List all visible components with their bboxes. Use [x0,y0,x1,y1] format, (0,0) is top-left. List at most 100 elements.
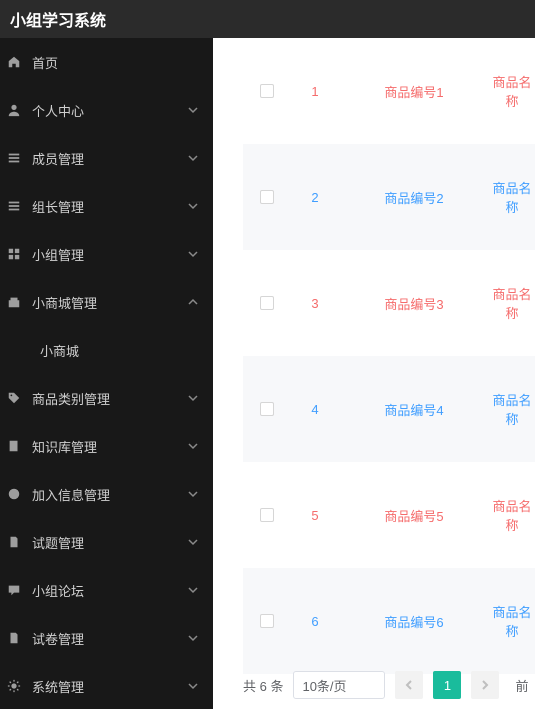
sidebar-item-group[interactable]: 小组管理 [0,230,213,278]
page-size-value: 10条/页 [302,676,346,695]
sidebar-item-system[interactable]: 系统管理 [0,662,213,709]
chevron-down-icon [187,488,199,500]
sidebar-item-forum[interactable]: 小组论坛 [0,566,213,614]
sidebar-item-label: 加入信息管理 [32,485,187,504]
doc-icon [6,630,22,646]
row-code[interactable]: 商品编号4 [339,400,489,419]
sidebar-item-label: 系统管理 [32,677,187,696]
sidebar-item-member[interactable]: 成员管理 [0,134,213,182]
main-content: 1商品编号1商品名称2商品编号2商品名称3商品编号3商品名称4商品编号4商品名称… [213,38,535,709]
chevron-down-icon [187,440,199,452]
tag-icon [6,390,22,406]
sidebar-item-label: 组长管理 [32,197,187,216]
table-row: 2商品编号2商品名称 [243,144,535,250]
app-title: 小组学习系统 [10,7,106,31]
chevron-up-icon [187,296,199,308]
chevron-down-icon [187,200,199,212]
row-checkbox-cell [243,614,291,628]
doc-icon [6,534,22,550]
chevron-down-icon [187,104,199,116]
data-table: 1商品编号1商品名称2商品编号2商品名称3商品编号3商品名称4商品编号4商品名称… [243,38,535,674]
chevron-down-icon [187,680,199,692]
shop-icon [6,294,22,310]
blank-icon [14,342,30,358]
row-number: 2 [291,190,339,205]
grid-icon [6,246,22,262]
row-code[interactable]: 商品编号6 [339,612,489,631]
sidebar-item-label: 小商城管理 [32,293,187,312]
sidebar: 首页个人中心成员管理组长管理小组管理小商城管理小商城商品类别管理知识库管理加入信… [0,38,213,709]
pagination-prev[interactable] [395,671,423,699]
row-number: 4 [291,402,339,417]
sidebar-item-question[interactable]: 试题管理 [0,518,213,566]
list-icon [6,198,22,214]
sidebar-item-leader[interactable]: 组长管理 [0,182,213,230]
sidebar-item-label: 试题管理 [32,533,187,552]
book-icon [6,438,22,454]
pagination-total: 共 6 条 [243,676,283,695]
sidebar-item-mall[interactable]: 小商城 [0,326,213,374]
list-icon [6,150,22,166]
row-name[interactable]: 商品名称 [489,284,535,322]
sidebar-item-label: 首页 [32,53,199,72]
sidebar-item-exam[interactable]: 试卷管理 [0,614,213,662]
table-row: 4商品编号4商品名称 [243,356,535,462]
sidebar-item-joininfo[interactable]: 加入信息管理 [0,470,213,518]
sidebar-item-knowledge[interactable]: 知识库管理 [0,422,213,470]
row-checkbox[interactable] [260,508,274,522]
row-checkbox[interactable] [260,614,274,628]
pagination-jump-label: 前 [515,676,528,695]
row-name[interactable]: 商品名称 [489,602,535,640]
chevron-down-icon [187,392,199,404]
row-name[interactable]: 商品名称 [489,178,535,216]
row-checkbox[interactable] [260,296,274,310]
row-checkbox-cell [243,296,291,310]
row-checkbox-cell [243,508,291,522]
chevron-down-icon [187,152,199,164]
chevron-down-icon [187,632,199,644]
gear-icon [6,678,22,694]
app-header: 小组学习系统 [0,0,535,38]
row-number: 1 [291,84,339,99]
row-checkbox[interactable] [260,84,274,98]
pagination-next[interactable] [471,671,499,699]
home-icon [6,54,22,70]
sidebar-item-mall-mgr[interactable]: 小商城管理 [0,278,213,326]
sidebar-item-home[interactable]: 首页 [0,38,213,86]
row-code[interactable]: 商品编号5 [339,506,489,525]
row-code[interactable]: 商品编号3 [339,294,489,313]
page-size-select[interactable]: 10条/页 [293,671,385,699]
row-code[interactable]: 商品编号2 [339,188,489,207]
sidebar-item-category[interactable]: 商品类别管理 [0,374,213,422]
row-name[interactable]: 商品名称 [489,496,535,534]
row-number: 3 [291,296,339,311]
sidebar-item-personal[interactable]: 个人中心 [0,86,213,134]
row-checkbox-cell [243,84,291,98]
row-checkbox[interactable] [260,402,274,416]
sidebar-item-label: 小组论坛 [32,581,187,600]
row-checkbox-cell [243,402,291,416]
row-number: 5 [291,508,339,523]
table-row: 1商品编号1商品名称 [243,38,535,144]
row-checkbox[interactable] [260,190,274,204]
chevron-down-icon [187,536,199,548]
row-name[interactable]: 商品名称 [489,390,535,428]
sidebar-item-label: 小组管理 [32,245,187,264]
sidebar-item-label: 商品类别管理 [32,389,187,408]
pagination-page-1[interactable]: 1 [433,671,461,699]
chat-icon [6,582,22,598]
user-icon [6,102,22,118]
table-row: 6商品编号6商品名称 [243,568,535,674]
sidebar-item-label: 成员管理 [32,149,187,168]
pagination: 共 6 条 10条/页 1 前 [243,671,535,699]
row-number: 6 [291,614,339,629]
row-name[interactable]: 商品名称 [489,72,535,110]
table-row: 3商品编号3商品名称 [243,250,535,356]
row-checkbox-cell [243,190,291,204]
chevron-down-icon [187,584,199,596]
sidebar-item-label: 试卷管理 [32,629,187,648]
info-icon [6,486,22,502]
chevron-down-icon [187,248,199,260]
row-code[interactable]: 商品编号1 [339,82,489,101]
table-row: 5商品编号5商品名称 [243,462,535,568]
